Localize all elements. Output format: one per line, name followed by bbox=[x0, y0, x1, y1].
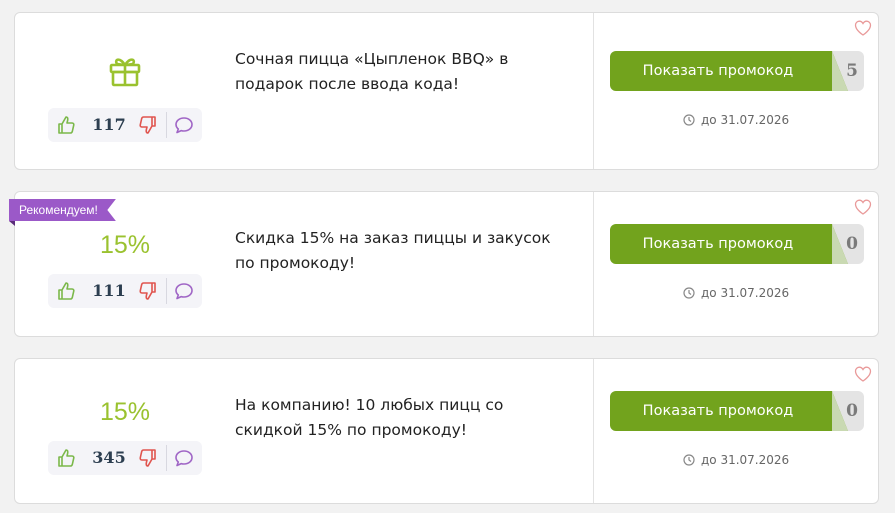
expiry-date: до 31.07.2026 bbox=[683, 113, 833, 127]
show-promocode-control[interactable]: 0 Показать промокод bbox=[610, 224, 864, 264]
offer-left-panel: 15% 111 bbox=[15, 192, 235, 336]
offer-description: Скидка 15% на заказ пиццы и закусок по п… bbox=[235, 229, 551, 272]
offer-left-panel: 15% 345 bbox=[15, 359, 235, 503]
vote-divider bbox=[166, 278, 167, 304]
expiry-text: до 31.07.2026 bbox=[701, 113, 790, 127]
show-promocode-control[interactable]: 0 Показать промокод bbox=[610, 391, 864, 431]
discount-value: 15% bbox=[99, 398, 151, 426]
offer-card: Рекомендуем! 15% 111 Скидка 15% на заказ… bbox=[9, 191, 879, 337]
clock-icon bbox=[683, 287, 695, 299]
discount-value: 15% bbox=[99, 231, 151, 259]
show-promocode-button[interactable]: Показать промокод bbox=[610, 391, 848, 431]
vote-divider bbox=[166, 445, 167, 471]
heart-icon[interactable] bbox=[854, 20, 872, 36]
offer-card: 117 Сочная пицца «Цыпленок BBQ» в подаро… bbox=[14, 12, 879, 170]
vote-bar: 117 bbox=[48, 108, 202, 142]
thumbs-down-icon[interactable] bbox=[138, 448, 158, 468]
thumbs-up-icon[interactable] bbox=[56, 448, 76, 468]
heart-icon[interactable] bbox=[854, 366, 872, 382]
comment-icon[interactable] bbox=[174, 448, 194, 468]
vote-bar: 345 bbox=[48, 441, 202, 475]
expiry-text: до 31.07.2026 bbox=[701, 453, 790, 467]
thumbs-up-icon[interactable] bbox=[56, 115, 76, 135]
thumbs-down-icon[interactable] bbox=[138, 115, 158, 135]
divider bbox=[593, 13, 594, 169]
gift-icon bbox=[109, 58, 141, 87]
vote-bar: 111 bbox=[48, 274, 202, 308]
divider bbox=[593, 359, 594, 503]
thumbs-down-icon[interactable] bbox=[138, 281, 158, 301]
offer-description: Сочная пицца «Цыпленок BBQ» в подарок по… bbox=[235, 50, 509, 93]
clock-icon bbox=[683, 114, 695, 126]
expiry-date: до 31.07.2026 bbox=[683, 286, 833, 300]
thumbs-up-icon[interactable] bbox=[56, 281, 76, 301]
vote-divider bbox=[166, 112, 167, 138]
divider bbox=[593, 192, 594, 336]
offer-description: На компанию! 10 любых пицц со скидкой 15… bbox=[235, 396, 504, 439]
expiry-text: до 31.07.2026 bbox=[701, 286, 790, 300]
vote-count: 345 bbox=[92, 448, 126, 467]
offer-left-panel: 117 bbox=[15, 13, 235, 169]
offer-card: 15% 345 На компанию! 10 любых пицц со ск… bbox=[14, 358, 879, 504]
vote-count: 111 bbox=[92, 281, 126, 300]
show-promocode-button[interactable]: Показать промокод bbox=[610, 51, 848, 91]
show-promocode-control[interactable]: 5 Показать промокод bbox=[610, 51, 864, 91]
show-promocode-button[interactable]: Показать промокод bbox=[610, 224, 848, 264]
vote-count: 117 bbox=[92, 115, 126, 134]
comment-icon[interactable] bbox=[174, 115, 194, 135]
clock-icon bbox=[683, 454, 695, 466]
comment-icon[interactable] bbox=[174, 281, 194, 301]
heart-icon[interactable] bbox=[854, 199, 872, 215]
expiry-date: до 31.07.2026 bbox=[683, 453, 833, 467]
